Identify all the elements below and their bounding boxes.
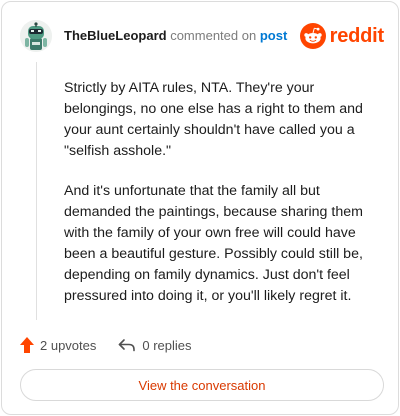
thread-line xyxy=(36,62,37,320)
post-link[interactable]: post xyxy=(260,28,287,43)
reply-arrow-icon xyxy=(119,339,136,352)
comment-meta: TheBlueLeopard commented on post xyxy=(64,28,287,44)
user-avatar[interactable] xyxy=(20,20,52,52)
reddit-snoo-icon xyxy=(299,23,326,49)
reply-count: 0 replies xyxy=(142,337,192,353)
upvote-button[interactable]: 2 upvotes xyxy=(20,337,96,353)
comment-body: Strictly by AITA rules, NTA. They're you… xyxy=(64,78,364,307)
snoo-avatar-icon xyxy=(20,20,52,52)
comment-embed-card: TheBlueLeopard commented on post reddit … xyxy=(1,1,399,415)
author-username[interactable]: TheBlueLeopard xyxy=(64,28,167,43)
comment-paragraph: And it's unfortunate that the family all… xyxy=(64,183,363,304)
brand-wordmark: reddit xyxy=(329,24,385,47)
comment-header: TheBlueLeopard commented on post reddit xyxy=(20,20,384,52)
comment-actions: 2 upvotes 0 replies xyxy=(20,335,192,355)
comment-paragraph: Strictly by AITA rules, NTA. They're you… xyxy=(64,80,363,159)
reply-button[interactable]: 0 replies xyxy=(118,337,192,353)
upvote-count: 2 upvotes xyxy=(40,337,97,353)
action-text: commented on xyxy=(170,28,257,43)
upvote-arrow-icon xyxy=(20,337,34,353)
view-conversation-button[interactable]: View the conversation xyxy=(20,369,384,401)
reddit-brand[interactable]: reddit xyxy=(299,22,385,50)
